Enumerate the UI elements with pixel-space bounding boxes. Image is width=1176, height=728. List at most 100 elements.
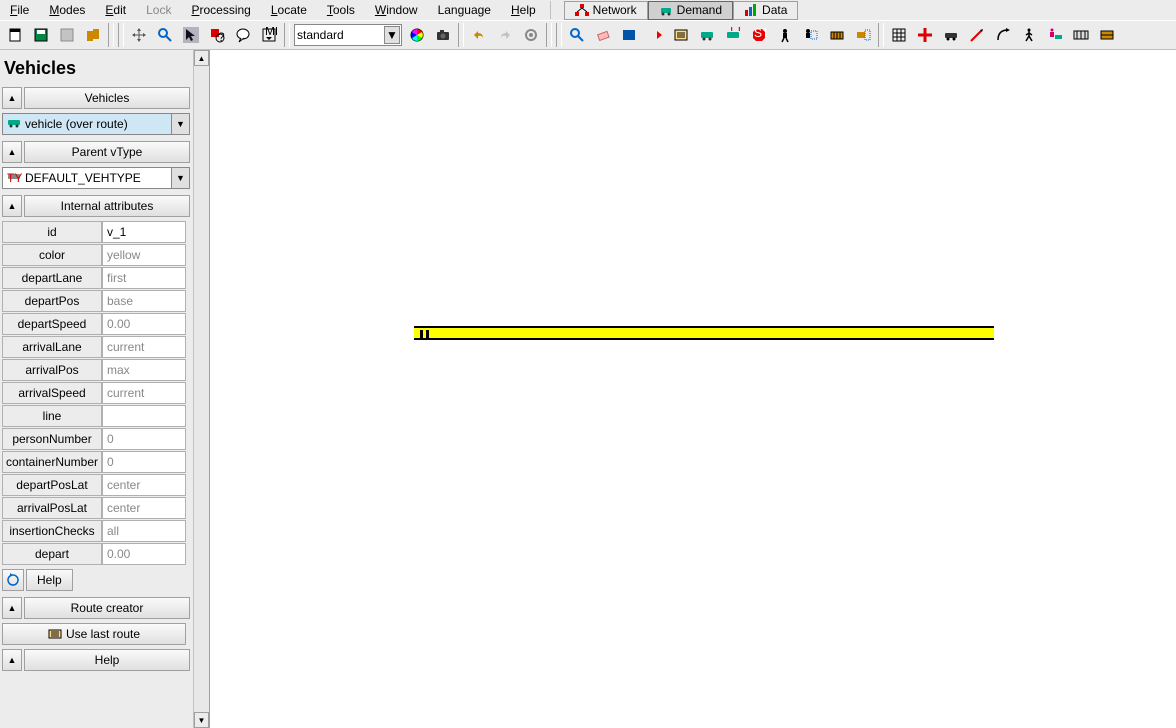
menu-processing[interactable]: Processing	[183, 1, 258, 19]
svg-text:TYPE: TYPE	[7, 171, 22, 183]
vtype-icon: TYPE	[6, 171, 22, 185]
attr-input-depart[interactable]	[102, 543, 186, 565]
zoom-button[interactable]	[153, 23, 177, 47]
edit-edge-button[interactable]	[965, 23, 989, 47]
attr-input-personNumber[interactable]	[102, 428, 186, 450]
screenshot-button[interactable]	[431, 23, 455, 47]
person-trip-button[interactable]	[1043, 23, 1067, 47]
move-button[interactable]	[127, 23, 151, 47]
attr-input-line[interactable]	[102, 405, 186, 427]
transport-button[interactable]	[1095, 23, 1119, 47]
canvas[interactable]	[210, 50, 1176, 728]
menu-bar: File Modes Edit Lock Processing Locate T…	[0, 0, 1176, 20]
scroll-up-icon[interactable]: ▲	[194, 50, 209, 66]
separator	[550, 1, 554, 19]
compute-button[interactable]	[519, 23, 543, 47]
attr-input-departLane[interactable]	[102, 267, 186, 289]
person-button[interactable]	[773, 23, 797, 47]
mode-tab-demand[interactable]: Demand	[648, 1, 733, 20]
attr-input-departSpeed[interactable]	[102, 313, 186, 335]
help-button[interactable]: Help	[26, 569, 73, 591]
select-button[interactable]	[179, 23, 203, 47]
menu-language[interactable]: Language	[430, 1, 499, 19]
vehicle-button[interactable]	[695, 23, 719, 47]
vehicle-type-combo[interactable]: vehicle (over route) ▼	[2, 113, 190, 135]
stop-sign-button[interactable]: STOP	[747, 23, 771, 47]
mode-tab-label: Data	[762, 3, 787, 17]
scroll-track[interactable]	[194, 66, 209, 712]
junction-button[interactable]	[913, 23, 937, 47]
collapse-button[interactable]: ▲	[2, 195, 22, 217]
vehicle-type-button[interactable]: TYPE	[721, 23, 745, 47]
help-bubble-button[interactable]	[231, 23, 255, 47]
attr-row-arrivalPosLat: arrivalPosLat	[2, 497, 190, 519]
attr-input-color[interactable]	[102, 244, 186, 266]
undo-button[interactable]	[467, 23, 491, 47]
mode-tab-network[interactable]: Network	[564, 1, 648, 20]
menu-file[interactable]: File	[2, 1, 37, 19]
flow-type-button[interactable]	[1069, 23, 1093, 47]
attr-input-id[interactable]	[102, 221, 186, 243]
attr-input-arrivalPos[interactable]	[102, 359, 186, 381]
vehicle-marker[interactable]	[420, 330, 434, 340]
connection-button[interactable]	[991, 23, 1015, 47]
attr-label: departPosLat	[2, 474, 102, 496]
save-button[interactable]	[29, 23, 53, 47]
route-arrow-button[interactable]	[643, 23, 667, 47]
person-plan-button[interactable]	[799, 23, 823, 47]
data-icon	[744, 4, 758, 16]
car-icon-button[interactable]	[939, 23, 963, 47]
container-button[interactable]	[825, 23, 849, 47]
menu-locate[interactable]: Locate	[263, 1, 315, 19]
menu-tools[interactable]: Tools	[319, 1, 363, 19]
collapse-button[interactable]: ▲	[2, 649, 22, 671]
grid-button[interactable]	[887, 23, 911, 47]
attr-row-arrivalPos: arrivalPos	[2, 359, 190, 381]
reload-button[interactable]	[81, 23, 105, 47]
road-edge[interactable]	[414, 326, 994, 340]
toolbar: ? MENU ▼ TYPE STOP	[0, 20, 1176, 50]
scroll-down-icon[interactable]: ▼	[194, 712, 209, 728]
vehicle-icon	[6, 117, 22, 131]
attr-input-departPos[interactable]	[102, 290, 186, 312]
redo-button[interactable]	[493, 23, 517, 47]
search-button[interactable]	[565, 23, 589, 47]
parent-vtype-combo[interactable]: TYPE DEFAULT_VEHTYPE ▼	[2, 167, 190, 189]
separator	[546, 23, 552, 47]
walk-button[interactable]	[1017, 23, 1041, 47]
menu-modes[interactable]: Modes	[41, 1, 93, 19]
sidebar-scrollbar[interactable]: ▲ ▼	[193, 50, 209, 728]
section-label: Parent vType	[24, 141, 190, 163]
attr-input-containerNumber[interactable]	[102, 451, 186, 473]
attr-row-departLane: departLane	[2, 267, 190, 289]
attr-input-arrivalPosLat[interactable]	[102, 497, 186, 519]
new-file-button[interactable]	[3, 23, 27, 47]
menu-button[interactable]: MENU	[257, 23, 281, 47]
attr-input-arrivalSpeed[interactable]	[102, 382, 186, 404]
use-last-route-button[interactable]: Use last route	[2, 623, 186, 645]
attr-row-arrivalLane: arrivalLane	[2, 336, 190, 358]
collapse-button[interactable]: ▲	[2, 141, 22, 163]
color-wheel-button[interactable]	[405, 23, 429, 47]
menu-edit[interactable]: Edit	[97, 1, 134, 19]
attr-label: arrivalLane	[2, 336, 102, 358]
attr-input-insertionChecks[interactable]	[102, 520, 186, 542]
attr-row-departSpeed: departSpeed	[2, 313, 190, 335]
list-button[interactable]	[669, 23, 693, 47]
collapse-button[interactable]: ▲	[2, 87, 22, 109]
erase-button[interactable]	[591, 23, 615, 47]
menu-window[interactable]: Window	[367, 1, 426, 19]
attr-input-arrivalLane[interactable]	[102, 336, 186, 358]
view-mode-select[interactable]: ▼	[294, 24, 402, 46]
mode-tab-data[interactable]: Data	[733, 1, 798, 20]
save-all-button[interactable]	[55, 23, 79, 47]
menu-help[interactable]: Help	[503, 1, 544, 19]
select-rect-button[interactable]	[617, 23, 641, 47]
reset-button[interactable]	[2, 569, 24, 591]
color-legend-button[interactable]: ?	[205, 23, 229, 47]
collapse-button[interactable]: ▲	[2, 597, 22, 619]
container-plan-button[interactable]	[851, 23, 875, 47]
view-mode-input[interactable]	[294, 24, 402, 46]
attr-row-line: line	[2, 405, 190, 427]
attr-input-departPosLat[interactable]	[102, 474, 186, 496]
